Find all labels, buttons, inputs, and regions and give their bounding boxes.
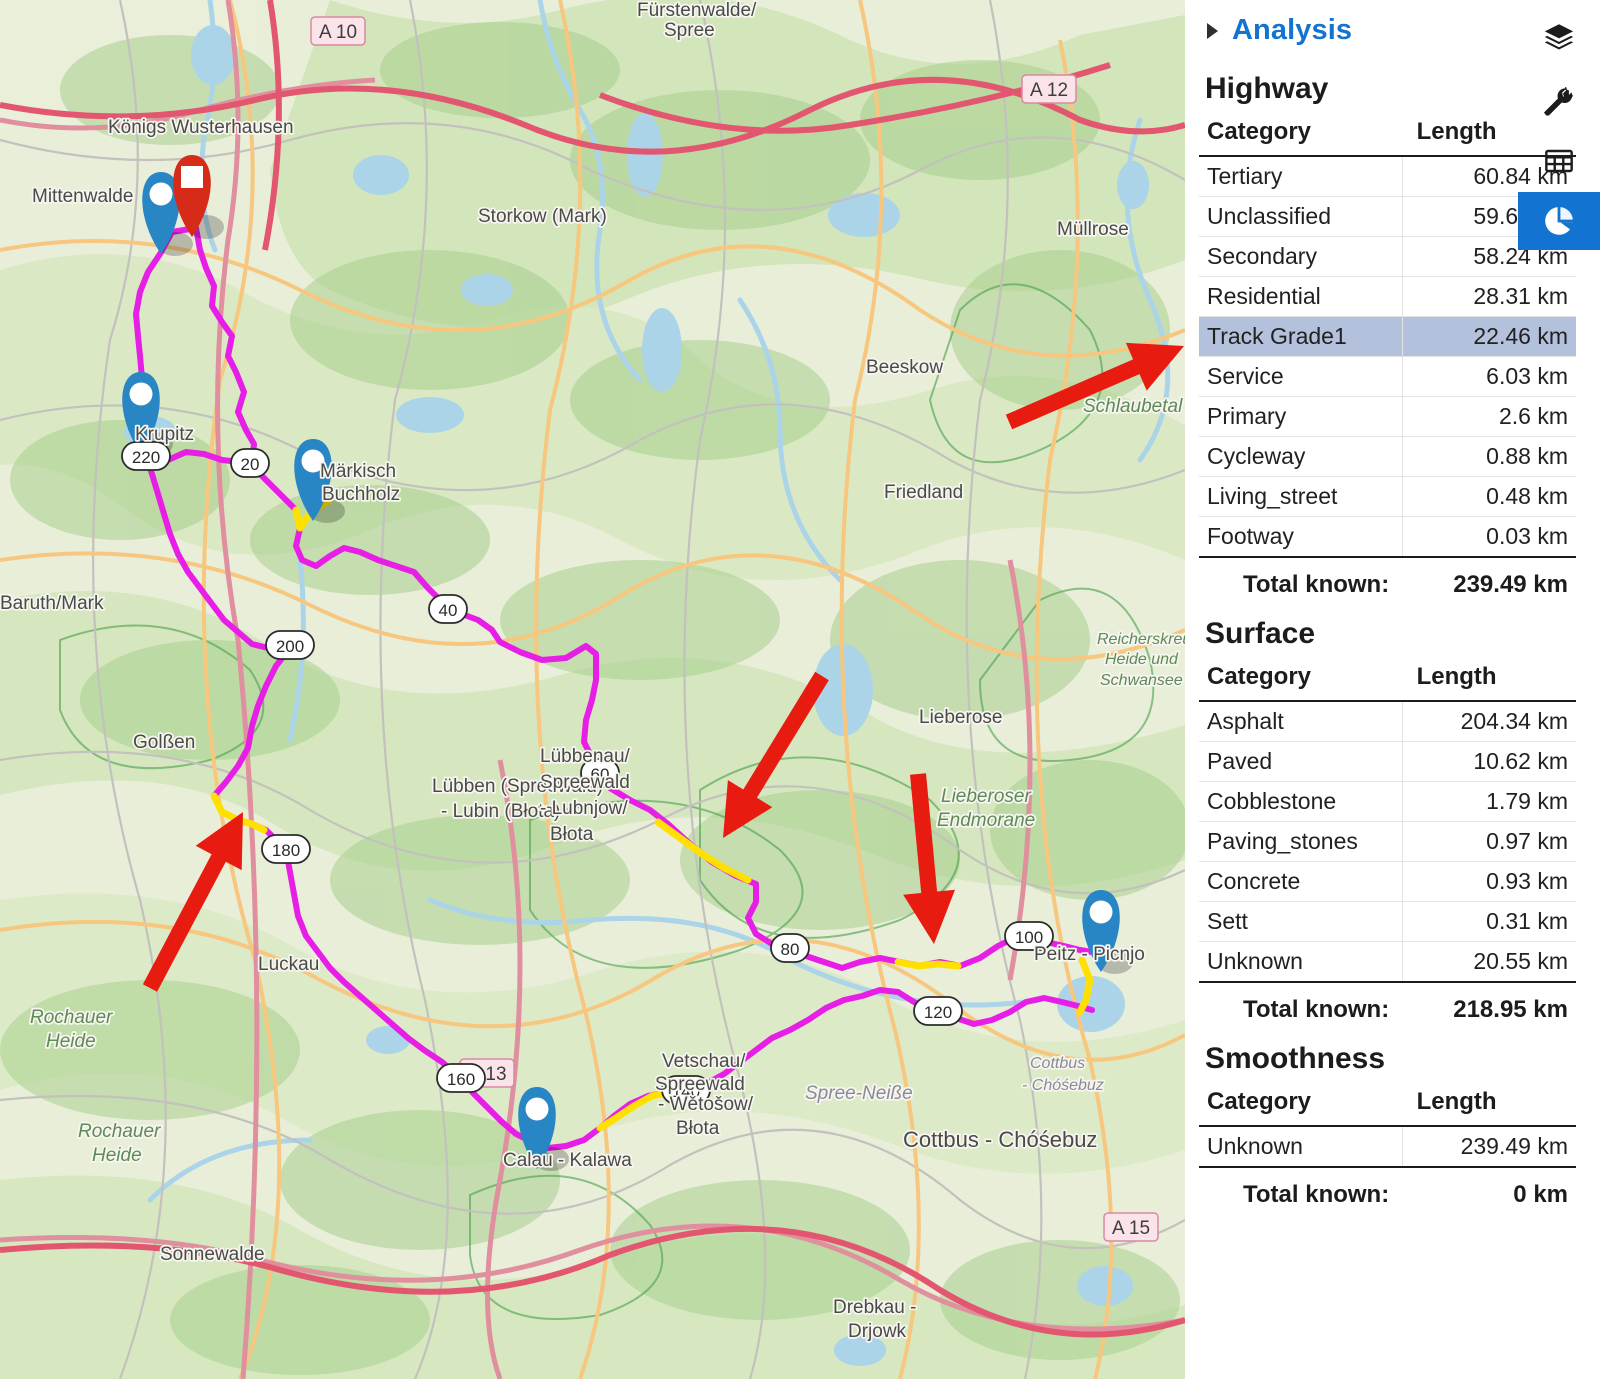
layers-icon xyxy=(1544,24,1574,50)
map-place-label: Beeskow xyxy=(866,357,943,378)
map-place-label: Müllrose xyxy=(1057,219,1129,240)
map-place-label: Reicherskreuz. xyxy=(1097,631,1185,648)
map-place-label: Heide xyxy=(92,1145,142,1166)
map-place-label: Cottbus xyxy=(1030,1055,1085,1072)
map-place-label: - Lubnjow/ xyxy=(540,798,628,819)
map-place-label: Königs Wusterhausen xyxy=(108,117,294,138)
map-place-label: Fürstenwalde/ xyxy=(637,0,757,21)
cell-category: Paving_stones xyxy=(1199,821,1404,862)
analysis-title[interactable]: Analysis xyxy=(1232,14,1352,47)
distance-marker-label: 160 xyxy=(447,1070,475,1089)
cell-category: Cycleway xyxy=(1199,436,1404,477)
map-place-label: Drebkau - xyxy=(833,1297,916,1318)
map-place-label: Błota xyxy=(676,1118,720,1139)
map-svg: A 10A 12A 15B 13220 204020060801001201401… xyxy=(0,0,1185,1379)
map-place-label: Spree-Neiße xyxy=(805,1083,913,1104)
total-known-label: Total known: xyxy=(1243,1181,1390,1208)
cell-category: Residential xyxy=(1199,276,1404,317)
map-place-label: Golßen xyxy=(133,732,195,753)
map-canvas[interactable]: A 10 A 12 A 15 B 13 220 20 40 200 60 80 100 120 140 1… xyxy=(0,0,1185,1379)
motorway-shield-label: A 12 xyxy=(1030,80,1068,101)
analysis-panel: Analysis Highway Category Length Tertiary 60… xyxy=(1185,0,1600,1379)
pie-chart-icon-button[interactable] xyxy=(1518,192,1600,250)
column-header-category: Category xyxy=(1199,114,1403,157)
tool-rail xyxy=(1518,0,1600,1379)
map-place-label: Peitz - Picnjo xyxy=(1034,944,1145,965)
distance-marker-label: 220 xyxy=(132,448,160,467)
map-place-label: Drjowk xyxy=(848,1321,907,1342)
cell-category: Asphalt xyxy=(1199,701,1404,742)
cell-category: Cobblestone xyxy=(1199,781,1404,822)
pie-chart-icon xyxy=(1545,207,1573,235)
cell-category: Track Grade1 xyxy=(1199,316,1404,357)
distance-marker-label: 40 xyxy=(439,601,458,620)
cell-category: Service xyxy=(1199,356,1404,397)
map-place-label: - Chóśebuz xyxy=(1022,1077,1104,1094)
total-known-label: Total known: xyxy=(1243,571,1390,598)
distance-marker-label: 80 xyxy=(781,940,800,959)
layers-icon-button[interactable] xyxy=(1518,8,1600,66)
map-place-label: - Wětošow/ xyxy=(658,1094,754,1115)
cell-category: Secondary xyxy=(1199,236,1404,277)
cell-category: Primary xyxy=(1199,396,1404,437)
map-place-label: Baruth/Mark xyxy=(0,593,104,614)
marker-circle-icon xyxy=(129,382,153,406)
table-icon xyxy=(1545,149,1573,173)
map-place-label: Heide und xyxy=(1105,651,1179,668)
wrench-icon-button[interactable] xyxy=(1518,72,1600,130)
motorway-shield-label: A 15 xyxy=(1112,1218,1150,1239)
marker-circle-icon xyxy=(149,182,173,206)
map-place-label: Vetschau/ xyxy=(662,1051,746,1072)
map-place-label: Rochauer xyxy=(78,1121,161,1142)
cell-category: Paved xyxy=(1199,741,1404,782)
map-place-label: Cottbus - Chóśebuz xyxy=(903,1127,1097,1152)
map-place-label: Storkow (Mark) xyxy=(478,206,607,227)
cell-category: Sett xyxy=(1199,901,1404,942)
marker-circle-icon xyxy=(525,1097,549,1121)
map-place-label: Schlaubetal xyxy=(1083,396,1183,417)
cell-category: Unknown xyxy=(1199,941,1404,983)
cell-category: Living_street xyxy=(1199,476,1404,517)
map-place-label: Lieberose xyxy=(919,707,1002,728)
map-place-label: Błota xyxy=(550,824,594,845)
map-place-label: Rochauer xyxy=(30,1007,113,1028)
map-place-label: Sonnewalde xyxy=(160,1244,265,1265)
cell-category: Tertiary xyxy=(1199,156,1404,197)
marker-circle-icon xyxy=(1089,900,1113,924)
column-header-category: Category xyxy=(1199,659,1403,702)
map-place-label: Schwansee xyxy=(1100,672,1183,689)
disclosure-triangle-icon[interactable] xyxy=(1207,22,1218,39)
distance-marker-label: 120 xyxy=(924,1003,952,1022)
app-root: A 10 A 12 A 15 B 13 220 20 40 200 60 80 100 120 140 1… xyxy=(0,0,1600,1379)
map-place-label: Endmorane xyxy=(937,810,1035,831)
map-place-label: Spree xyxy=(664,20,715,41)
cell-category: Unclassified xyxy=(1199,196,1404,237)
motorway-shield-label: A 10 xyxy=(319,22,357,43)
map-place-label: Friedland xyxy=(884,482,963,503)
map-place-label: Calau - Kalawa xyxy=(503,1150,632,1171)
map-place-label: Spreewald xyxy=(540,772,630,793)
cell-category: Footway xyxy=(1199,516,1404,558)
map-place-label: Mittenwalde xyxy=(32,186,133,207)
map-place-label: Heide xyxy=(46,1031,96,1052)
distance-marker-label: 20 xyxy=(241,455,260,474)
map-place-label: Spreewald xyxy=(655,1074,745,1095)
cell-category: Concrete xyxy=(1199,861,1404,902)
wrench-icon xyxy=(1543,86,1574,116)
cell-category: Unknown xyxy=(1199,1126,1404,1168)
marker-square-icon xyxy=(181,166,203,188)
map-place-label: Buchholz xyxy=(322,484,400,505)
map-place-label: Märkisch xyxy=(320,461,396,482)
map-place-label: Krupitz xyxy=(135,424,194,445)
distance-marker-label: 200 xyxy=(276,637,304,656)
map-place-label: Lieberoser xyxy=(941,786,1031,807)
column-header-category: Category xyxy=(1199,1084,1403,1127)
total-known-label: Total known: xyxy=(1243,996,1390,1023)
map-place-label: Luckau xyxy=(258,954,319,975)
table-icon-button[interactable] xyxy=(1518,132,1600,190)
distance-marker-label: 180 xyxy=(272,841,300,860)
map-place-label: Lübbenau/ xyxy=(540,746,631,767)
